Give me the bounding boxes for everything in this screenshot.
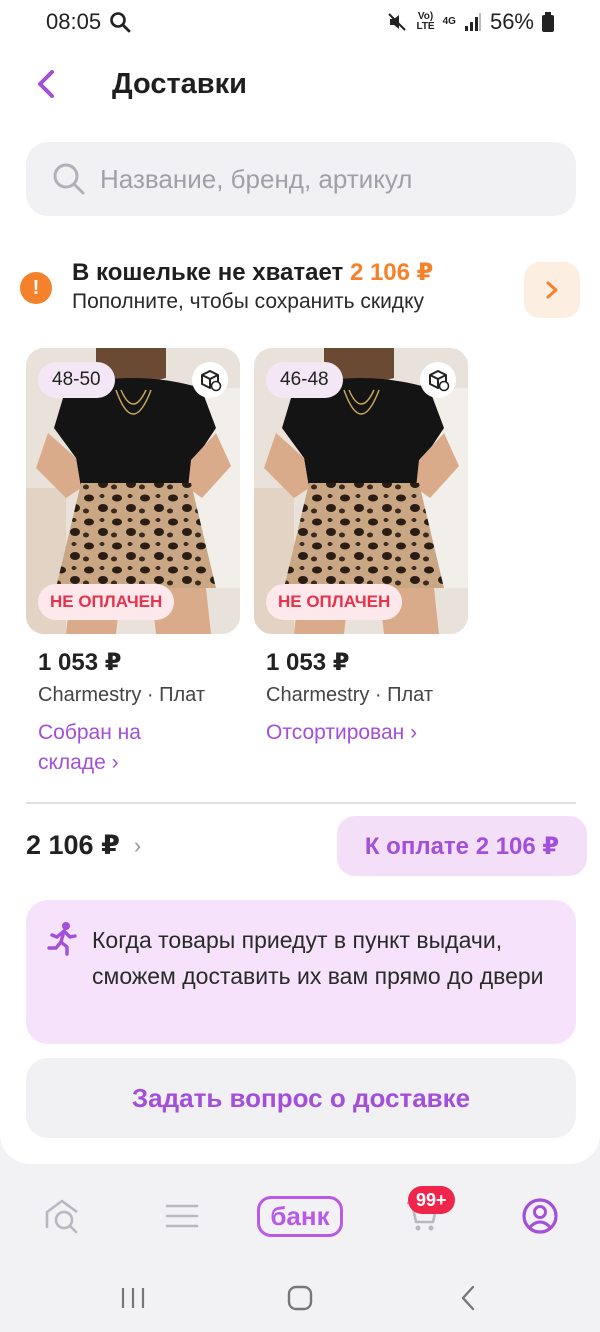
running-person-icon (47, 922, 77, 956)
delivery-status-line1: Собран на (38, 721, 141, 744)
product-brand: Charmestry · Плат (266, 684, 434, 706)
info-text: Когда товары приедут в пункт выдачи, смо… (92, 927, 544, 989)
order-total-amount: 2 106 ₽ (26, 830, 120, 860)
delivery-status-link[interactable]: Отсортирован › (266, 718, 456, 748)
size-badge: 46-48 (266, 362, 343, 398)
search-icon (110, 12, 131, 33)
delivery-status-link[interactable]: Собран на складе › (38, 718, 228, 778)
battery-icon (542, 12, 554, 32)
order-total[interactable]: 2 106 ₽ › (26, 830, 141, 861)
deliveries-screen: Доставки ! В кошельке не хватает 2 106 ₽… (0, 44, 600, 1164)
recent-apps-icon (121, 1288, 145, 1308)
divider (26, 802, 576, 804)
tab-catalog[interactable] (160, 1190, 204, 1242)
payment-status-badge: НЕ ОПЛАЧЕН (38, 584, 175, 620)
back-icon (461, 1285, 475, 1311)
return-button[interactable] (420, 362, 456, 398)
chevron-right-icon (546, 281, 558, 299)
search-bar[interactable] (26, 142, 576, 216)
wallet-title-text: В кошельке не хватает (72, 259, 344, 286)
chevron-left-icon (38, 70, 54, 98)
cart-count-badge: 99+ (408, 1186, 455, 1214)
home-icon (287, 1285, 313, 1311)
chevron-right-icon: › (133, 832, 142, 858)
product-brand: Charmestry · Плат (38, 684, 206, 706)
search-icon (53, 163, 85, 195)
tab-profile[interactable] (518, 1190, 562, 1242)
wallet-title: В кошельке не хватает 2 106 ₽ (72, 258, 433, 287)
product-image[interactable]: 46-48 НЕ ОПЛАЧЕН (254, 348, 468, 634)
menu-icon (165, 1204, 199, 1228)
profile-icon (522, 1198, 558, 1234)
back-button[interactable] (26, 64, 66, 104)
warning-icon: ! (20, 272, 52, 304)
ask-delivery-question-button[interactable]: Задать вопрос о доставке (26, 1058, 576, 1138)
status-time: 08:05 (46, 9, 102, 34)
wallet-missing-amount: 2 106 ₽ (349, 259, 434, 286)
home-button[interactable] (282, 1278, 318, 1318)
size-badge: 48-50 (38, 362, 115, 398)
product-image[interactable]: 48-50 НЕ ОПЛАЧЕН (26, 348, 240, 634)
wallet-subtitle: Пополните, чтобы сохранить скидку (72, 290, 424, 313)
bottom-tab-bar: банк 99+ (0, 1170, 600, 1260)
signal-icon (464, 13, 481, 31)
wallet-topup-button[interactable] (524, 262, 580, 318)
mute-icon (388, 13, 407, 31)
page-title: Доставки (112, 68, 247, 100)
battery-level: 56% (489, 9, 534, 34)
volte-icon: Vo) LTE (416, 11, 435, 32)
delivery-status-line2: складе › (38, 751, 119, 774)
status-bar: 08:05 Vo) LTE 4G 56% (0, 0, 600, 44)
product-list: 48-50 НЕ ОПЛАЧЕН 1 053 ₽ Charmestry · Пл… (26, 348, 586, 788)
product-card[interactable]: 48-50 НЕ ОПЛАЧЕН 1 053 ₽ Charmestry · Пл… (26, 348, 240, 774)
product-card[interactable]: 46-48 НЕ ОПЛАЧЕН 1 053 ₽ Charmestry · Пл… (254, 348, 468, 744)
system-navigation-bar (0, 1262, 600, 1332)
payment-status-badge: НЕ ОПЛАЧЕН (266, 584, 403, 620)
wallet-notice: ! В кошельке не хватает 2 106 ₽ Пополнит… (0, 250, 600, 332)
return-button[interactable] (192, 362, 228, 398)
header: Доставки (0, 44, 600, 128)
system-back-button[interactable] (454, 1278, 482, 1318)
tab-bank[interactable]: банк (257, 1190, 343, 1242)
bank-logo: банк (257, 1195, 343, 1237)
tab-home-search[interactable] (40, 1190, 84, 1242)
product-price: 1 053 ₽ (266, 649, 350, 676)
product-price: 1 053 ₽ (38, 649, 122, 676)
home-search-icon (45, 1199, 78, 1234)
door-delivery-info: Когда товары приедут в пункт выдачи, смо… (26, 900, 576, 1044)
pay-button[interactable]: К оплате 2 106 ₽ (337, 816, 587, 876)
delivery-status-line1: Отсортирован › (266, 721, 418, 744)
search-input[interactable] (100, 163, 540, 195)
network-type: 4G (442, 16, 456, 27)
box-return-icon (429, 370, 450, 392)
box-return-icon (201, 370, 222, 392)
recent-apps-button[interactable] (116, 1278, 150, 1318)
